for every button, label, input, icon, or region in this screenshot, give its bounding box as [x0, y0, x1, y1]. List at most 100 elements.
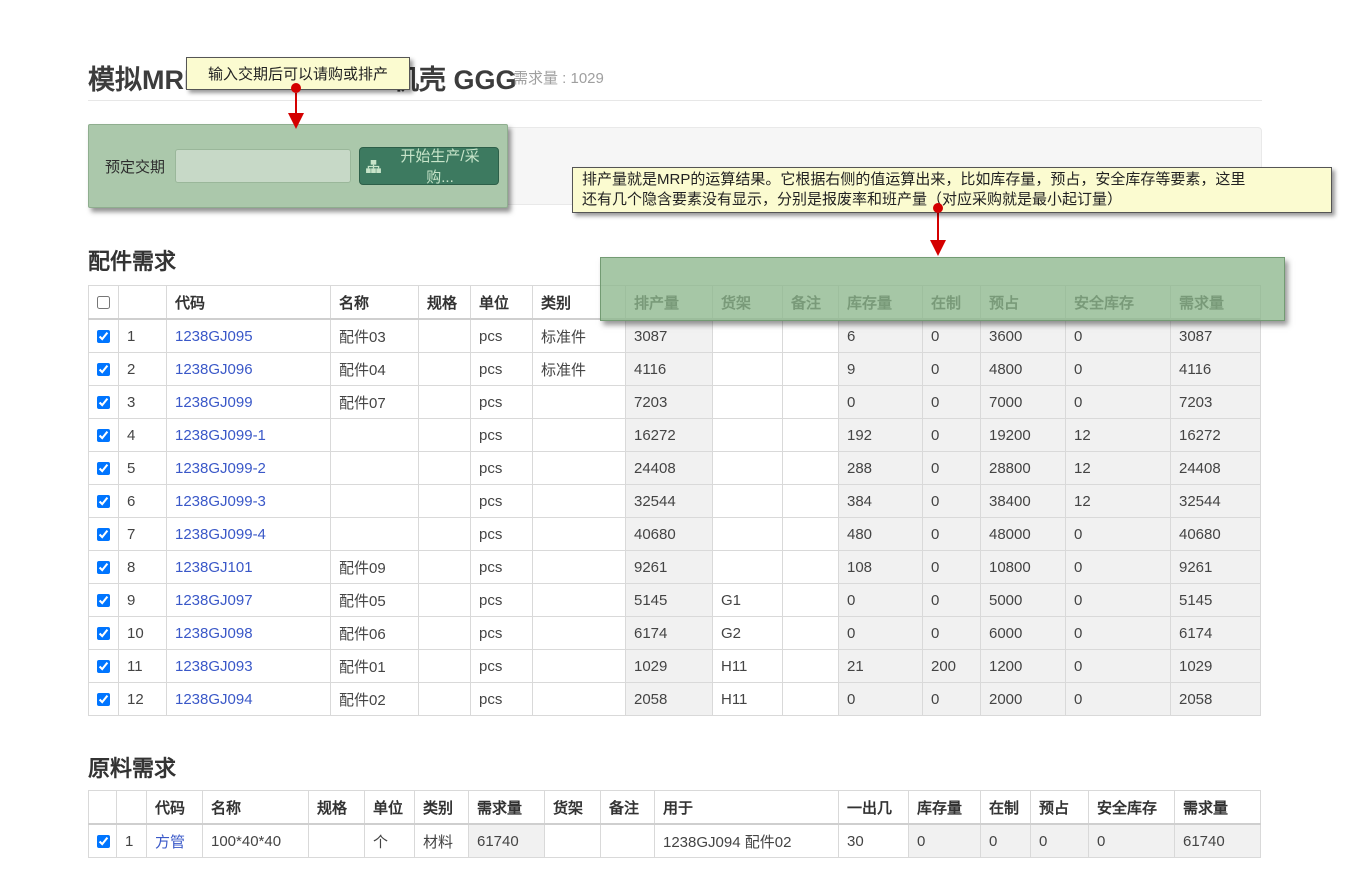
page-title-right: 机壳 GGG: [392, 58, 517, 97]
row-checkbox[interactable]: [97, 396, 110, 409]
select-all-checkbox[interactable]: [97, 296, 110, 309]
row-checkbox[interactable]: [97, 561, 110, 574]
code-link[interactable]: 1238GJ098: [175, 625, 253, 642]
row-checkbox[interactable]: [97, 429, 110, 442]
connector2-line: [937, 213, 939, 241]
parts-column-header: 单位: [471, 286, 533, 320]
parts-column-header: 安全库存: [1066, 286, 1171, 320]
safety-cell: 0: [1066, 584, 1171, 617]
num-cell: 12: [119, 683, 167, 716]
category-cell: [533, 485, 626, 518]
note-cell: [783, 452, 839, 485]
unit-cell: pcs: [471, 617, 533, 650]
note-cell: [783, 386, 839, 419]
planned-cell: 32544: [626, 485, 713, 518]
num-cell: 10: [119, 617, 167, 650]
row-checkbox[interactable]: [97, 594, 110, 607]
safety-cell: 12: [1066, 419, 1171, 452]
reserved-cell: 4800: [981, 353, 1066, 386]
row-checkbox-cell: [89, 617, 119, 650]
category-cell: [533, 650, 626, 683]
name-cell: 配件04: [331, 353, 419, 386]
code-cell: 1238GJ101: [167, 551, 331, 584]
row-checkbox[interactable]: [97, 693, 110, 706]
code-cell: 1238GJ098: [167, 617, 331, 650]
category-cell: [533, 518, 626, 551]
delivery-date-input[interactable]: [175, 149, 351, 183]
code-link[interactable]: 1238GJ099-2: [175, 460, 266, 477]
connector1-arrow-icon: [288, 113, 304, 129]
spec-cell: [419, 386, 471, 419]
page-subtitle: 需求量 : 1029: [513, 67, 604, 88]
connector2-arrow-icon: [930, 240, 946, 256]
safety-cell: 0: [1066, 353, 1171, 386]
unit-cell: pcs: [471, 683, 533, 716]
materials-column-header: 名称: [203, 791, 309, 825]
row-checkbox-cell: [89, 485, 119, 518]
row-checkbox[interactable]: [97, 462, 110, 475]
unit-cell: pcs: [471, 452, 533, 485]
planned-cell: 6174: [626, 617, 713, 650]
safety-cell: 0: [1066, 683, 1171, 716]
materials-header-index-cell: [117, 791, 147, 825]
parts-section-title: 配件需求: [88, 244, 176, 276]
spec-cell: [419, 452, 471, 485]
num-cell: 9: [119, 584, 167, 617]
row-checkbox[interactable]: [97, 363, 110, 376]
code-link[interactable]: 1238GJ096: [175, 361, 253, 378]
code-link[interactable]: 1238GJ093: [175, 658, 253, 675]
demand-cell: 6174: [1171, 617, 1261, 650]
code-link[interactable]: 1238GJ097: [175, 592, 253, 609]
code-link[interactable]: 1238GJ101: [175, 559, 253, 576]
parts-column-header: 在制: [923, 286, 981, 320]
code-link[interactable]: 1238GJ094: [175, 691, 253, 708]
row-checkbox-cell: [89, 518, 119, 551]
code-link[interactable]: 1238GJ095: [175, 328, 253, 345]
materials-column-header: 类别: [415, 791, 469, 825]
code-link[interactable]: 方管: [155, 834, 185, 851]
code-cell: 1238GJ099: [167, 386, 331, 419]
shelf-cell: H11: [713, 650, 783, 683]
row-checkbox[interactable]: [97, 627, 110, 640]
shelf-cell: [713, 419, 783, 452]
parts-column-header: 名称: [331, 286, 419, 320]
category-cell: [533, 584, 626, 617]
start-production-button[interactable]: 开始生产/采购...: [359, 147, 499, 185]
used_for-cell: 1238GJ094 配件02: [655, 824, 839, 858]
parts-column-header: 排产量: [626, 286, 713, 320]
code-cell: 1238GJ093: [167, 650, 331, 683]
spec-cell: [419, 551, 471, 584]
row-checkbox[interactable]: [97, 330, 110, 343]
table-row: 121238GJ094配件02pcs2058H1100200002058: [89, 683, 1261, 716]
parts-column-header: 规格: [419, 286, 471, 320]
name-cell: 100*40*40: [203, 824, 309, 858]
planned-cell: 40680: [626, 518, 713, 551]
code-cell: 1238GJ099-2: [167, 452, 331, 485]
row-checkbox[interactable]: [97, 660, 110, 673]
code-link[interactable]: 1238GJ099: [175, 394, 253, 411]
code-link[interactable]: 1238GJ099-4: [175, 526, 266, 543]
yield-cell: 30: [839, 824, 909, 858]
materials-column-header: 规格: [309, 791, 365, 825]
category-cell: [533, 683, 626, 716]
row-checkbox[interactable]: [97, 835, 110, 848]
row-checkbox[interactable]: [97, 528, 110, 541]
code-link[interactable]: 1238GJ099-1: [175, 427, 266, 444]
demand-cell: 24408: [1171, 452, 1261, 485]
stock-cell: 6: [839, 319, 923, 353]
planned-cell: 24408: [626, 452, 713, 485]
connector1-dot: [291, 83, 301, 93]
name-cell: 配件01: [331, 650, 419, 683]
planned-cell: 4116: [626, 353, 713, 386]
code-cell: 1238GJ097: [167, 584, 331, 617]
code-link[interactable]: 1238GJ099-3: [175, 493, 266, 510]
safety-cell: 12: [1066, 485, 1171, 518]
connector2-dot: [933, 203, 943, 213]
demand-cell: 7203: [1171, 386, 1261, 419]
parts-column-header: 预占: [981, 286, 1066, 320]
table-row: 91238GJ097配件05pcs5145G100500005145: [89, 584, 1261, 617]
parts-header-row: 代码名称规格单位类别排产量货架备注库存量在制预占安全库存需求量: [89, 286, 1261, 320]
row-checkbox[interactable]: [97, 495, 110, 508]
shelf-cell: [713, 518, 783, 551]
parts-column-header: 备注: [783, 286, 839, 320]
